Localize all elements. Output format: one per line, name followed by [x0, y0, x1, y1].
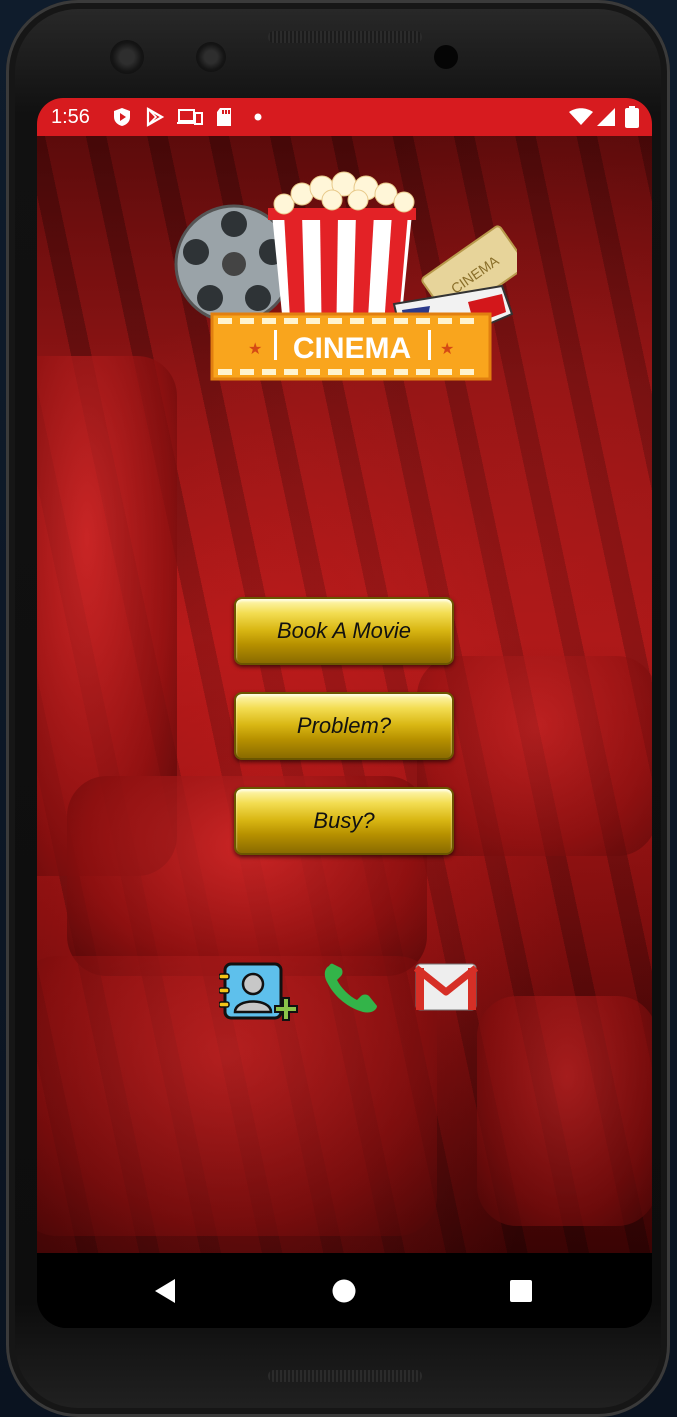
problem-button[interactable]: Problem? — [234, 692, 454, 760]
front-sensor-icon — [110, 40, 144, 74]
status-bar: 1:56 — [37, 98, 652, 136]
phone-icon[interactable] — [321, 962, 381, 1014]
dot-icon — [254, 113, 262, 121]
proximity-sensor-icon — [434, 45, 458, 69]
busy-button[interactable]: Busy? — [234, 787, 454, 855]
phone-frame: 1:56 CINEMA ★ ★ CINEMA Book A Movie Prob… — [6, 0, 670, 1417]
bottom-speaker — [268, 1370, 422, 1382]
shield-icon — [114, 108, 130, 126]
svg-text:★: ★ — [248, 341, 262, 358]
status-time: 1:56 — [51, 106, 90, 128]
signal-icon — [597, 108, 615, 126]
device-screen: 1:56 CINEMA ★ ★ CINEMA Book A Movie Prob… — [37, 98, 652, 1328]
sd-card-icon — [217, 108, 231, 126]
add-contact-icon[interactable] — [219, 962, 299, 1034]
front-camera-icon — [196, 42, 226, 72]
back-icon[interactable] — [153, 1278, 177, 1304]
cinema-logo-icon: CINEMA ★ ★ CINEMA — [174, 171, 517, 381]
recents-icon[interactable] — [510, 1280, 532, 1302]
navigation-bar — [37, 1253, 652, 1328]
cinema-background: CINEMA ★ ★ CINEMA Book A Movie Problem? … — [37, 136, 652, 1253]
battery-icon — [625, 106, 639, 128]
seat-decoration — [477, 996, 652, 1226]
home-icon[interactable] — [332, 1279, 356, 1303]
svg-text:CINEMA: CINEMA — [293, 332, 411, 365]
svg-text:★: ★ — [440, 341, 454, 358]
gmail-icon[interactable] — [414, 962, 478, 1012]
book-movie-button[interactable]: Book A Movie — [234, 597, 454, 665]
cast-devices-icon — [177, 109, 203, 125]
earpiece-speaker — [268, 31, 422, 43]
wifi-icon — [569, 108, 593, 125]
play-store-icon — [146, 107, 165, 127]
